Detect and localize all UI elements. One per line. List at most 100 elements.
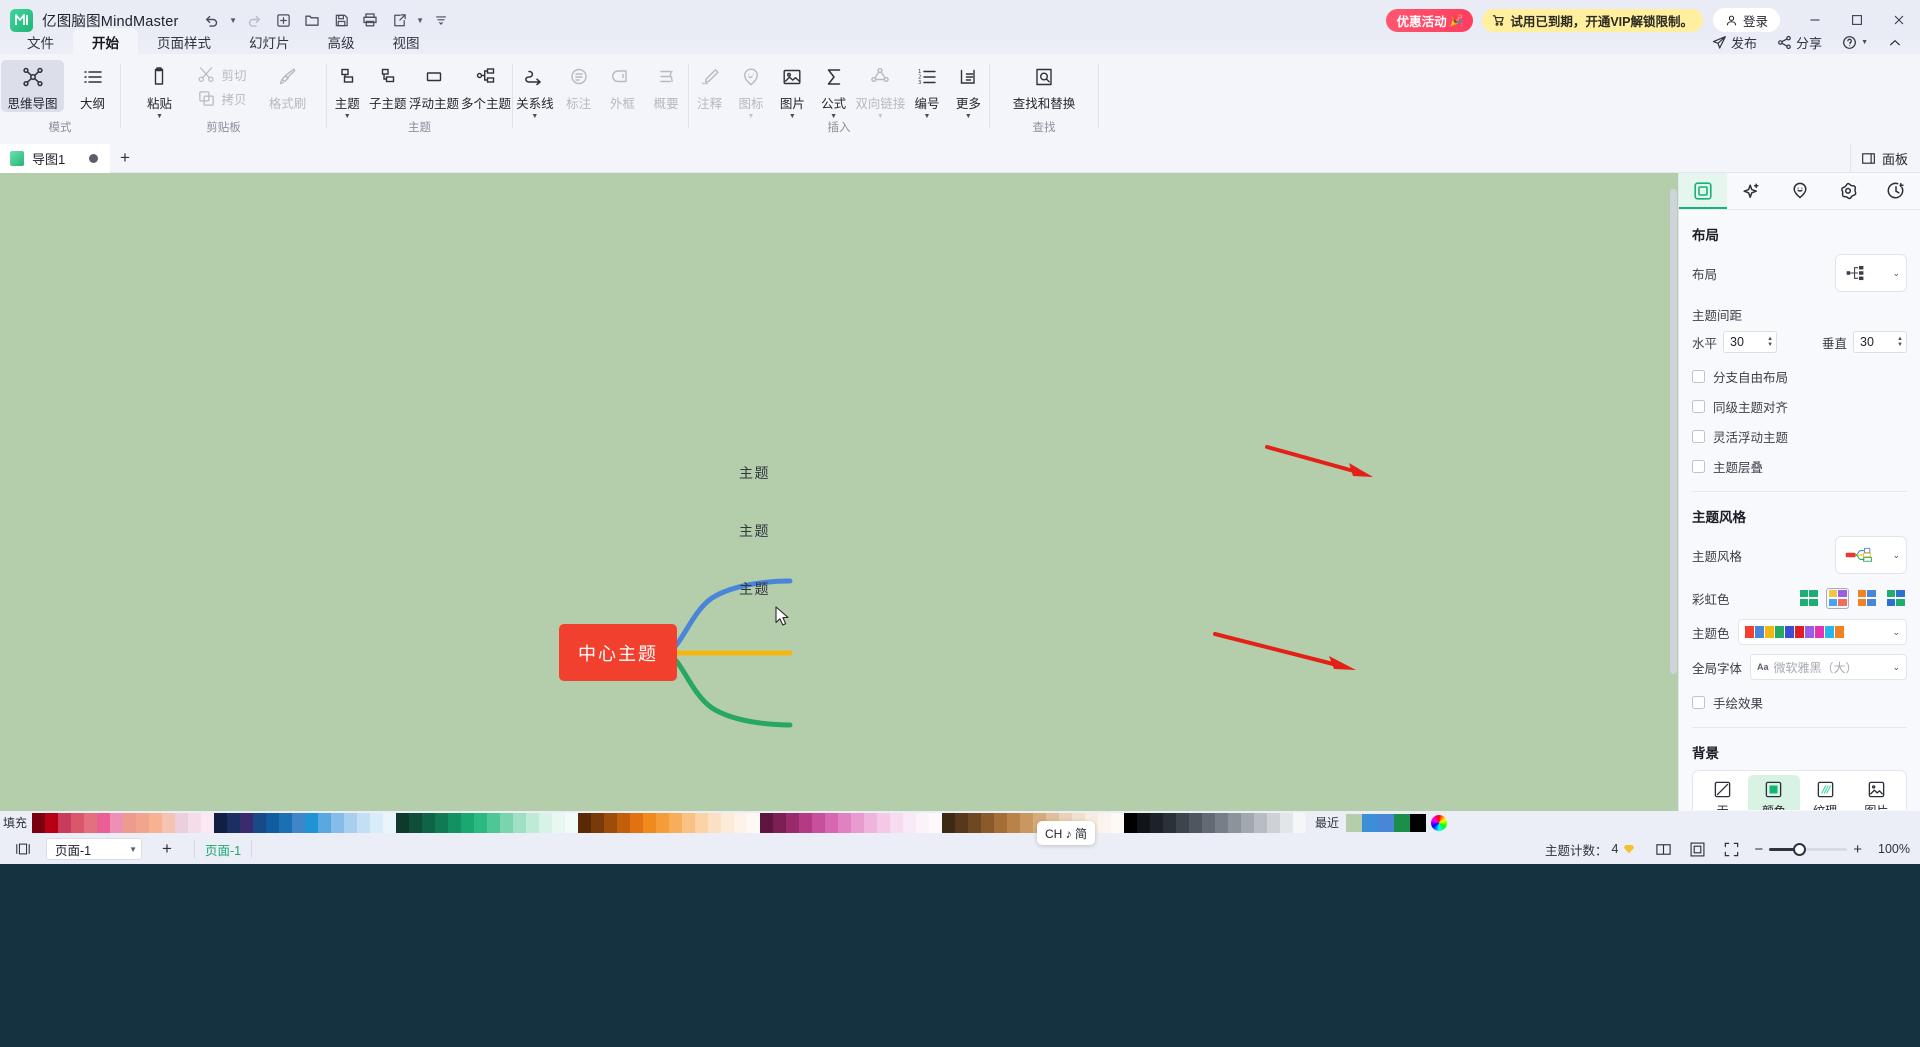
color-swatch[interactable] [656,812,669,833]
color-swatch[interactable] [435,812,448,833]
color-swatch[interactable] [474,812,487,833]
color-swatch[interactable] [591,812,604,833]
bidirectional-link-button[interactable]: 双向链接 ▼ [855,60,905,121]
checkbox-hand-drawn[interactable]: 手绘效果 [1692,693,1907,712]
more-button[interactable]: 更多 ▼ [949,60,988,121]
color-swatch[interactable] [97,812,110,833]
color-swatch[interactable] [409,812,422,833]
color-swatch[interactable] [383,812,396,833]
rainbow-option-blue[interactable] [1884,588,1907,609]
color-swatch[interactable] [370,812,383,833]
horizontal-spacing-stepper[interactable]: ▲ ▼ [1767,336,1773,348]
color-swatch[interactable] [799,812,812,833]
branch-topic-node-1[interactable]: 主题 [739,463,770,483]
color-swatch[interactable] [292,812,305,833]
central-topic-node[interactable]: 中心主题 [559,624,677,681]
rainbow-option-green[interactable] [1797,588,1820,609]
color-swatch[interactable] [760,812,773,833]
panel-tab-ai[interactable] [1727,173,1775,209]
color-swatch-gray[interactable] [1189,812,1202,833]
recent-color-3[interactable] [1378,813,1395,832]
mode-outline-button[interactable]: 大纲 [66,60,119,112]
tab-view[interactable]: 视图 [374,28,439,55]
vertical-spacing-field[interactable]: ▲▼ [1853,331,1907,353]
rainbow-option-orange[interactable] [1855,588,1878,609]
insert-image-button[interactable]: 图片 ▼ [773,60,812,121]
color-swatch[interactable] [604,812,617,833]
checkbox-box[interactable] [1692,696,1705,709]
checkbox-box[interactable] [1692,430,1705,443]
color-swatch[interactable] [682,812,695,833]
color-swatch-gray[interactable] [1137,812,1150,833]
tab-advanced[interactable]: 高级 [309,28,374,55]
color-swatch[interactable] [773,812,786,833]
insert-floating-topic-button[interactable]: 浮动主题 [409,60,459,112]
color-swatch-gray[interactable] [1163,812,1176,833]
summary-button[interactable]: 概要 [645,60,687,112]
color-swatch[interactable] [448,812,461,833]
color-swatch[interactable] [175,812,188,833]
global-font-select[interactable]: Aa 微软雅黑（大） ⌄ [1750,654,1907,680]
recent-color-2[interactable] [1362,813,1379,832]
page-selector[interactable]: 页面-1 ▼ [46,838,142,860]
document-tab[interactable]: 导图1 [0,143,110,173]
panel-tab-style[interactable] [1679,173,1728,209]
tab-home[interactable]: 开始 [73,28,138,55]
background-mode-picture[interactable]: 图片 [1851,775,1902,810]
color-swatch[interactable] [136,812,149,833]
color-wheel-icon[interactable] [1431,814,1448,831]
horizontal-spacing-input[interactable] [1730,335,1765,349]
color-swatch[interactable] [1098,812,1111,833]
recent-color-4[interactable] [1394,813,1411,832]
sticker-button[interactable]: 图标 ▼ [731,60,770,121]
color-swatch[interactable] [71,812,84,833]
branch-topic-node-3[interactable]: 主题 [739,579,770,599]
vertical-spacing-stepper[interactable]: ▲ ▼ [1897,336,1903,348]
color-swatch[interactable] [84,812,97,833]
panel-toggle-button[interactable]: 面板 [1849,143,1920,173]
canvas-vertical-scrollbar[interactable] [1669,173,1678,811]
background-mode-none[interactable]: 无 [1697,775,1748,810]
color-swatch-gray[interactable] [1215,812,1228,833]
checkbox-topic-overlap[interactable]: 主题层叠 [1692,457,1907,476]
numbering-button[interactable]: 123 编号 ▼ [907,60,946,121]
color-swatch[interactable] [942,812,955,833]
color-swatch[interactable] [1020,812,1033,833]
color-swatch[interactable] [903,812,916,833]
add-page-button[interactable]: + [150,837,184,861]
color-swatch[interactable] [721,812,734,833]
split-view-button[interactable] [1646,837,1680,861]
color-swatch[interactable] [877,812,890,833]
recent-color-5[interactable] [1410,813,1427,832]
vertical-spacing-input[interactable] [1860,335,1894,349]
color-swatch[interactable] [838,812,851,833]
color-swatch-gray[interactable] [1150,812,1163,833]
color-swatch-gray[interactable] [1267,812,1280,833]
tab-file[interactable]: 文件 [8,28,73,55]
boundary-button[interactable]: 外框 [602,60,644,112]
color-swatch[interactable] [695,812,708,833]
callout-button[interactable]: 标注 [558,60,600,112]
color-swatch-gray[interactable] [1254,812,1267,833]
insert-subtopic-button[interactable]: 子主题 [368,60,406,112]
zoom-slider[interactable] [1769,842,1848,856]
color-swatch[interactable] [331,812,344,833]
checkbox-align-same-level[interactable]: 同级主题对齐 [1692,397,1907,416]
color-swatch[interactable] [929,812,942,833]
color-swatch[interactable] [227,812,240,833]
horizontal-spacing-field[interactable]: ▲▼ [1723,331,1778,353]
color-swatch[interactable] [487,812,500,833]
color-swatch[interactable] [305,812,318,833]
color-swatch[interactable] [734,812,747,833]
color-swatch[interactable] [1007,812,1020,833]
color-swatch-gray[interactable] [1176,812,1189,833]
color-swatch[interactable] [981,812,994,833]
zoom-in-button[interactable]: + [1847,841,1868,858]
color-swatch-gray[interactable] [1280,812,1293,833]
color-swatch[interactable] [201,812,214,833]
recent-color-1[interactable] [1346,813,1363,832]
tab-page-style[interactable]: 页面样式 [138,28,230,55]
layout-select[interactable]: ⌄ [1835,254,1907,292]
color-swatch-strip[interactable] [32,812,1306,833]
insert-topic-button[interactable]: 主题 ▼ [328,60,366,121]
